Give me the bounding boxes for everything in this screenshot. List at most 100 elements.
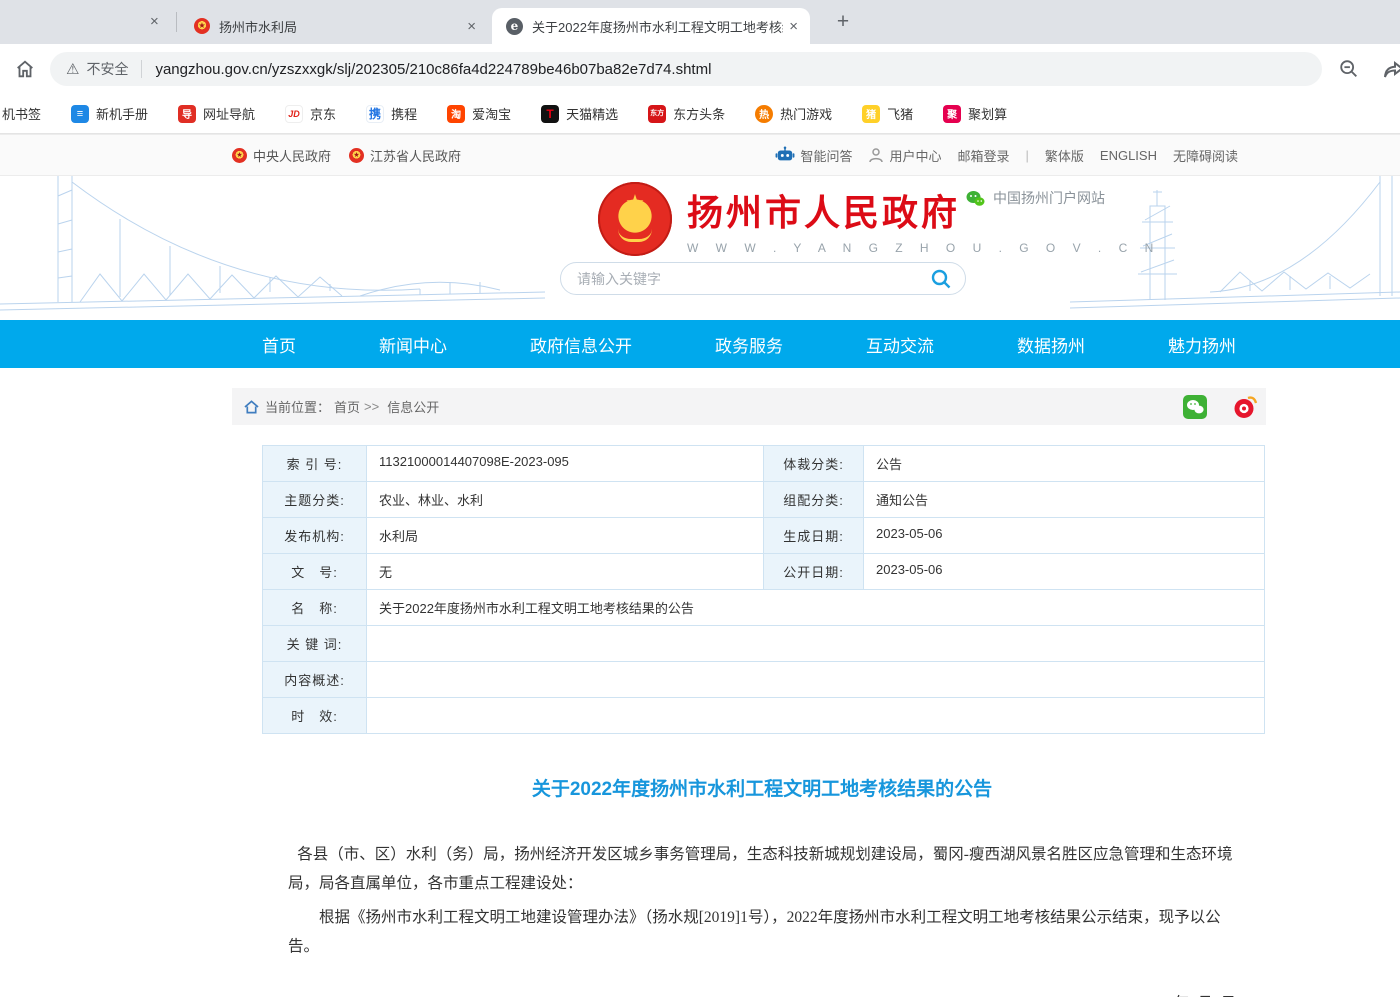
bookmark-item[interactable]: 热 热门游戏 (755, 104, 832, 123)
emblem-favicon-icon (194, 18, 210, 34)
meta-label: 组配分类: (764, 482, 864, 518)
table-row: 发布机构: 水利局 生成日期: 2023-05-06 (263, 518, 1265, 554)
mail-login-link[interactable]: 邮箱登录 (957, 146, 1009, 165)
url-text[interactable]: yangzhou.gov.cn/yzszxxgk/slj/202305/210c… (155, 61, 711, 78)
tab-announcement-active[interactable]: e 关于2022年度扬州市水利工程文明工地考核结果的公告 × (492, 8, 810, 44)
nav-item-charm[interactable]: 魅力扬州 (1168, 332, 1236, 357)
meta-label: 名 称: (263, 590, 367, 626)
meta-value (367, 698, 1265, 734)
weibo-share-icon[interactable] (1233, 395, 1258, 419)
meta-label: 关 键 词: (263, 626, 367, 662)
bookmark-label: 京东 (310, 104, 336, 123)
table-row: 名 称: 关于2022年度扬州市水利工程文明工地考核结果的公告 (263, 590, 1265, 626)
url-field[interactable]: ⚠ 不安全 yangzhou.gov.cn/yzszxxgk/slj/20230… (50, 52, 1322, 86)
meta-value (367, 662, 1265, 698)
table-row: 主题分类: 农业、林业、水利 组配分类: 通知公告 (263, 482, 1265, 518)
meta-label: 生成日期: (764, 518, 864, 554)
search-input[interactable] (577, 271, 929, 287)
emblem-icon (349, 148, 364, 163)
nav-item-services[interactable]: 政务服务 (715, 332, 783, 357)
tab-shuiliju[interactable]: 扬州市水利局 × (180, 8, 488, 44)
tab-title: 扬州市水利局 (219, 17, 461, 36)
user-center-link[interactable]: 用户中心 (868, 146, 941, 165)
games-icon: 热 (755, 105, 773, 123)
bookmark-label: 东方头条 (673, 104, 725, 123)
accessibility-link[interactable]: 无障碍阅读 (1173, 146, 1238, 165)
meta-value: 11321000014407098E-2023-095 (367, 446, 764, 482)
share-icon[interactable] (1382, 58, 1400, 82)
zoom-out-icon[interactable] (1338, 58, 1360, 80)
table-row: 时 效: (263, 698, 1265, 734)
security-label[interactable]: 不安全 (86, 59, 128, 79)
nav-item-interaction[interactable]: 互动交流 (866, 332, 934, 357)
divider (141, 60, 142, 78)
nav-item-home[interactable]: 首页 (262, 332, 296, 357)
bookmark-item[interactable]: ≡ 新机手册 (71, 104, 148, 123)
breadcrumb-home-link[interactable]: 首页 (334, 397, 360, 416)
bookmark-item[interactable]: 机书签 (2, 104, 41, 123)
national-emblem-icon (598, 182, 672, 256)
search-box[interactable] (560, 262, 966, 295)
bookmarks-bar: 机书签 ≡ 新机手册 导 网址导航 JD 京东 携 携程 淘 爱淘宝 T 天猫精… (0, 94, 1400, 134)
manual-icon: ≡ (71, 105, 89, 123)
portal-link[interactable]: 中国扬州门户网站 (966, 188, 1105, 208)
meta-label: 索 引 号: (263, 446, 367, 482)
juhuasuan-icon: 聚 (943, 105, 961, 123)
util-label: 用户中心 (889, 146, 941, 165)
nav-site-icon: 导 (178, 105, 196, 123)
bookmark-item[interactable]: 携 携程 (366, 104, 417, 123)
search-icon[interactable] (929, 267, 953, 291)
traditional-link[interactable]: 繁体版 (1045, 146, 1084, 165)
bookmark-item[interactable]: 淘 爱淘宝 (447, 104, 511, 123)
bookmark-label: 网址导航 (203, 104, 255, 123)
meta-label: 文 号: (263, 554, 367, 590)
metadata-table: 索 引 号: 11321000014407098E-2023-095 体裁分类:… (262, 445, 1265, 734)
meta-value: 通知公告 (864, 482, 1265, 518)
bookmark-item[interactable]: 猪 飞猪 (862, 104, 913, 123)
tab-title: 关于2022年度扬州市水利工程文明工地考核结果的公告 (532, 17, 783, 36)
home-icon[interactable] (14, 58, 36, 80)
bookmark-item[interactable]: JD 京东 (285, 104, 336, 123)
link-central-gov[interactable]: 中央人民政府 (232, 146, 331, 165)
nav-item-data[interactable]: 数据扬州 (1017, 332, 1085, 357)
emblem-icon (232, 148, 247, 163)
meta-label: 时 效: (263, 698, 367, 734)
close-icon[interactable]: × (150, 14, 159, 29)
bookmark-item[interactable]: T 天猫精选 (541, 104, 618, 123)
jd-icon: JD (285, 105, 303, 123)
new-tab-button[interactable]: + (830, 9, 856, 35)
gov-utility-bar: 中央人民政府 江苏省人民政府 智能问答 (0, 134, 1400, 176)
nav-item-info-disclosure[interactable]: 政府信息公开 (530, 332, 632, 357)
breadcrumb-separator: >> (364, 399, 379, 414)
close-icon[interactable]: × (467, 19, 476, 34)
table-row: 内容概述: (263, 662, 1265, 698)
nav-item-news[interactable]: 新闻中心 (379, 332, 447, 357)
bookmark-label: 机书签 (2, 104, 41, 123)
tmall-icon: T (541, 105, 559, 123)
meta-label: 内容概述: (263, 662, 367, 698)
tab-divider (176, 12, 177, 32)
bookmark-item[interactable]: 聚 聚划算 (943, 104, 1007, 123)
site-favicon-icon: e (506, 18, 523, 35)
smart-qa-link[interactable]: 智能问答 (775, 146, 852, 165)
link-jiangsu-gov[interactable]: 江苏省人民政府 (349, 146, 461, 165)
meta-value: 2023-05-06 (864, 554, 1265, 590)
english-link[interactable]: ENGLISH (1100, 148, 1157, 163)
breadcrumb-current[interactable]: 信息公开 (387, 397, 439, 416)
taobao-icon: 淘 (447, 105, 465, 123)
article-paragraph: 根据《扬州市水利工程文明工地建设管理办法》（扬水规[2019]1号），2022年… (288, 904, 1236, 961)
dongfang-icon: 东方 (648, 105, 666, 123)
breadcrumb-home-icon[interactable] (244, 400, 259, 414)
breadcrumb-prefix: 当前位置： (265, 397, 330, 416)
bookmark-item[interactable]: 东方 东方头条 (648, 104, 725, 123)
gov-link-label: 江苏省人民政府 (370, 146, 461, 165)
bookmark-label: 聚划算 (968, 104, 1007, 123)
bookmark-item[interactable]: 导 网址导航 (178, 104, 255, 123)
warning-icon[interactable]: ⚠ (66, 60, 79, 78)
meta-value: 农业、林业、水利 (367, 482, 764, 518)
breadcrumb: 当前位置： 首页 >> 信息公开 (232, 388, 1266, 425)
close-icon[interactable]: × (789, 19, 798, 34)
fliggy-icon: 猪 (862, 105, 880, 123)
article-date: 2023年5月6日 (288, 990, 1236, 997)
wechat-share-icon[interactable] (1183, 395, 1207, 419)
